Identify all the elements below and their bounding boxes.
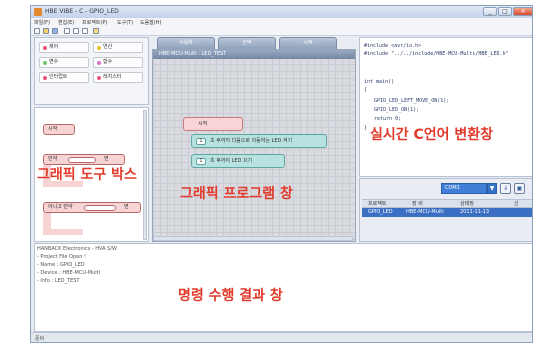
table-row[interactable]: GPIO_LED HBE-MCU-Multi 2011-11-13 (362, 208, 532, 217)
toolbox-scrollbar[interactable] (143, 110, 147, 240)
annotation-block-box: 그래픽 도구 박스 (37, 167, 137, 183)
block-start[interactable]: 시작 (43, 124, 75, 135)
menu-edit[interactable]: 편집(E) (58, 19, 74, 26)
c-code-view: #include <avr/io.h> #include "../../incl… (359, 37, 532, 177)
seconds-input[interactable]: 1 (196, 158, 206, 165)
paste-icon[interactable] (82, 28, 88, 34)
header-extra: 신 (514, 201, 519, 207)
tab-global[interactable]: 전역 (218, 37, 276, 49)
output-line: - Info : LED_TEST (37, 278, 80, 284)
condition-slot[interactable] (84, 205, 116, 211)
category-function[interactable]: 함수 (93, 57, 143, 68)
minimize-button[interactable]: _ (483, 7, 497, 16)
category-dot-icon (43, 46, 47, 50)
save-icon[interactable] (52, 28, 58, 34)
menu-project[interactable]: 프로젝트(P) (82, 19, 107, 26)
canvas-block-start[interactable]: 시작 (183, 117, 243, 131)
block-else-if[interactable]: 아니고 만약 면 (43, 202, 141, 213)
title-bar: HBE VIBE - C - GPIO_LED _ □ ✕ (31, 6, 532, 18)
menu-bar: 파일(F) 편집(E) 프로젝트(P) 도구(T) 도움말(H) (31, 18, 532, 26)
code-line: #include <avr/io.h> (364, 43, 422, 49)
annotation-code-view: 실시간 C언어 변환창 (370, 127, 494, 143)
device-panel: COM1 ▼ ⇓ ▣ 프로젝트 장 비 상태정 신 GPIO_LED HBE-M… (359, 178, 532, 242)
annotation-canvas: 그래픽 프로그램 창 (180, 186, 293, 202)
app-logo-icon (34, 8, 42, 16)
port-select[interactable]: COM1 (441, 183, 487, 194)
header-status: 상태정 (460, 201, 474, 207)
category-dot-icon (43, 61, 47, 65)
toolbar (31, 26, 532, 36)
block-else-if-body (43, 213, 83, 235)
open-folder-icon[interactable] (43, 28, 49, 34)
canvas-tabs: 사용자 전역 시작 (152, 37, 356, 49)
category-dot-icon (43, 76, 47, 80)
code-line: } (364, 125, 368, 131)
annotation-output: 명령 수행 결과 창 (178, 288, 283, 304)
code-line: int main() (364, 79, 395, 85)
condition-slot[interactable] (68, 157, 96, 163)
category-operation[interactable]: 연산 (93, 42, 143, 53)
window-title: HBE VIBE - C - GPIO_LED (45, 8, 119, 15)
copy-icon[interactable] (73, 28, 79, 34)
new-file-icon[interactable] (34, 28, 40, 34)
canvas-block-led-off[interactable]: 1 초 후까지 LED 끄기 (191, 154, 285, 168)
category-dot-icon (97, 76, 101, 80)
help-icon[interactable] (93, 28, 99, 34)
category-control[interactable]: 제어 (39, 42, 89, 53)
category-dot-icon (97, 61, 101, 65)
output-line: HANBACK Electronics - HVA S/W (37, 246, 117, 252)
code-line: #include "../../include/HBE-MCU-Multi/HB… (364, 51, 509, 57)
category-dot-icon (97, 46, 101, 50)
output-line: - Project File Open ! (37, 254, 86, 260)
download-icon[interactable]: ⇓ (500, 183, 511, 194)
close-button[interactable]: ✕ (513, 7, 532, 16)
tab-user[interactable]: 사용자 (157, 37, 215, 49)
code-line: GPIO_LED_ON(1); (374, 107, 420, 113)
connect-icon[interactable]: ▣ (514, 183, 525, 194)
category-interrupt[interactable]: 인터럽트 (39, 72, 89, 83)
category-register[interactable]: 레지스터 (93, 72, 143, 83)
code-line: return 0; (374, 116, 402, 122)
canvas-block-led-move[interactable]: 1 초 후까지 다음으로 이동하는 LED 켜기 (191, 134, 327, 148)
status-bar: 준비 (31, 332, 532, 342)
menu-tools[interactable]: 도구(T) (117, 19, 133, 26)
menu-help[interactable]: 도움말(H) (140, 19, 161, 26)
menu-file[interactable]: 파일(F) (34, 19, 50, 26)
program-canvas[interactable]: HBE-MCU-Multi : LED_TEST 시작 1 초 후까지 다음으로… (152, 49, 356, 242)
canvas-scrollbar[interactable] (153, 236, 353, 241)
header-project: 프로젝트 (368, 201, 387, 207)
code-line: { (364, 87, 368, 93)
maximize-button[interactable]: □ (498, 7, 512, 16)
canvas-title: HBE-MCU-Multi : LED_TEST (153, 50, 355, 59)
output-line: - Device : HBE-MCU-Multi (37, 270, 101, 276)
device-table-header: 프로젝트 장 비 상태정 신 (362, 199, 532, 208)
cut-icon[interactable] (64, 28, 70, 34)
chevron-down-icon[interactable]: ▼ (487, 183, 497, 194)
block-category-palette: 제어 연산 변수 함수 인터럽트 레지스터 (34, 37, 149, 105)
seconds-input[interactable]: 1 (196, 138, 206, 145)
output-line: - Name : GPIO_LED (37, 262, 85, 268)
tab-start[interactable]: 시작 (279, 37, 337, 49)
code-line: GPIO_LED_LEFT_MOVE_ON(1); (374, 98, 450, 104)
output-panel: HANBACK Electronics - HVA S/W - Project … (34, 243, 532, 332)
header-device: 장 비 (412, 201, 423, 207)
status-text: 준비 (35, 336, 45, 342)
category-variable[interactable]: 변수 (39, 57, 89, 68)
